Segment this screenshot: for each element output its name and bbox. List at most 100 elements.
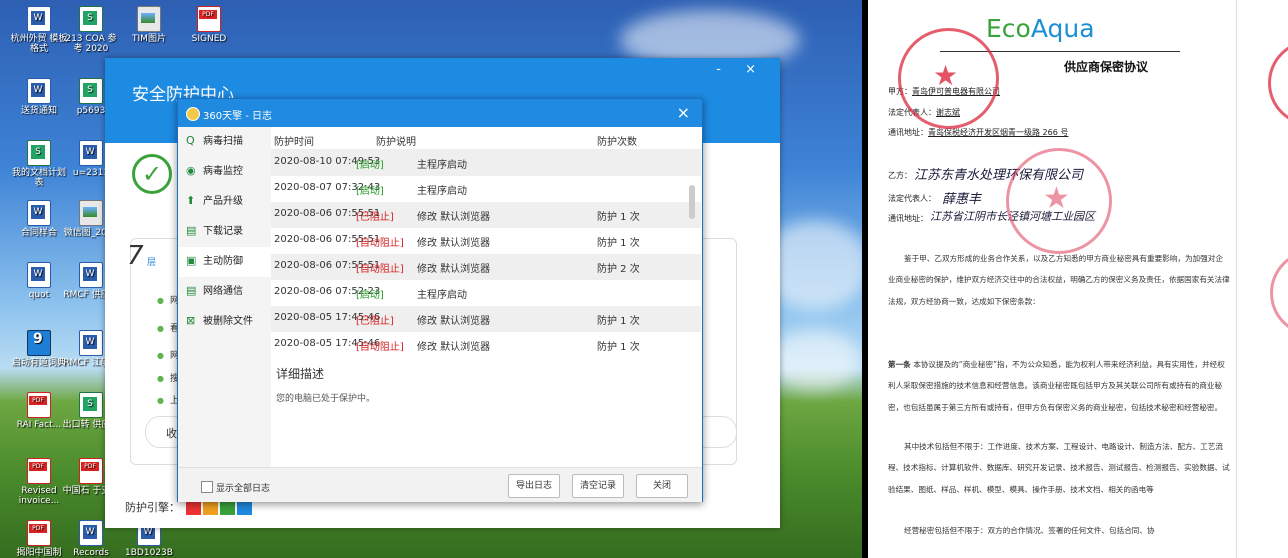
desktop-icon-label: 1BD1023B (125, 548, 173, 558)
doc-file-icon (27, 78, 51, 104)
address-b-label: 通讯地址： (888, 214, 928, 223)
bullet-item: 上 (157, 393, 179, 406)
company-seal-a: ★ (898, 28, 999, 129)
pdf-file-icon (79, 458, 103, 484)
scrollbar[interactable] (689, 185, 695, 219)
close-icon[interactable]: × (677, 103, 690, 122)
table-body: 2020-08-10 07:49:53 [启动] 主程序启动 2020-08-07 0… (271, 150, 701, 358)
sidebar-item-label: 下载记录 (203, 226, 243, 237)
desktop-icon[interactable]: 杭州外贸 模板格式 (10, 6, 68, 68)
engine-icon-orange[interactable] (202, 501, 218, 515)
show-all-checkbox[interactable] (201, 481, 213, 493)
table-row[interactable]: 2020-08-05 17:45:46 [已阻止] 修改 默认浏览器 防护 1 次 (271, 306, 701, 332)
row-status: [启动] (356, 186, 384, 197)
detail-panel: 详细描述 您的电脑已处于保护中。 (271, 361, 691, 466)
sidebar-item-label: 病毒监控 (203, 166, 243, 177)
company-seal-b: ★ (1006, 148, 1112, 254)
row-status: [启动] (356, 160, 384, 171)
row-desc: 主程序启动 (417, 160, 467, 171)
close-button[interactable]: 关闭 (636, 474, 688, 498)
doc-file-icon (79, 520, 103, 546)
table-row[interactable]: 2020-08-06 07:52:23 [启动] 主程序启动 (271, 280, 701, 306)
log-footer: 显示全部日志 导出日志 清空记录 关闭 (178, 467, 702, 502)
table-row[interactable]: 2020-08-07 07:32:43 [启动] 主程序启动 (271, 176, 701, 202)
address-a-line: 通讯地址：青岛保税经济开发区烟青一级路 266 号 (888, 128, 1069, 137)
sidebar-item-label: 被删除文件 (203, 316, 253, 327)
table-row[interactable]: 2020-08-06 07:55:51 [自动阻止] 修改 默认浏览器 防护 1 次 (271, 228, 701, 254)
engine-icon-red[interactable] (185, 501, 201, 515)
sidebar-item[interactable]: ⊠ 被删除文件 (178, 307, 271, 337)
desktop-icon-label: TIM图片 (132, 34, 166, 44)
partial-seal-mid (1270, 250, 1288, 336)
show-all-label: 显示全部日志 (216, 484, 271, 494)
sidebar-icon: ⊠ (186, 314, 196, 327)
bullet-item: 网 (157, 348, 179, 361)
table-row[interactable]: 2020-08-06 07:55:51 [自动阻止] 修改 默认浏览器 防护 2 次 (271, 254, 701, 280)
doc-file-icon (27, 6, 51, 32)
row-desc: 修改 默认浏览器 (417, 264, 491, 275)
xls-file-icon (79, 6, 103, 32)
party-b-label: 乙方： (888, 171, 912, 180)
log-titlebar: 360天擎 - 日志 × (178, 99, 702, 127)
desktop-icon[interactable]: 送货通知 (10, 78, 68, 140)
col-desc: 防护说明 (376, 137, 416, 148)
sidebar-item[interactable]: ▤ 网络通信 (178, 277, 271, 307)
collapse-label: 收 (166, 427, 177, 440)
row-status: [启动] (356, 290, 384, 301)
engine-icon-blue[interactable] (236, 501, 252, 515)
desktop-icon[interactable]: Revised invoice... (10, 458, 68, 520)
desktop-icon[interactable]: 启动有道词典 (10, 330, 68, 392)
desktop-icon[interactable]: quot (10, 262, 68, 324)
desktop-icon-label: 揭阳中国制 (16, 548, 62, 558)
xls-file-icon (79, 392, 103, 418)
row-count: 防护 1 次 (597, 316, 640, 327)
table-row[interactable]: 2020-08-05 17:45:46 [自动阻止] 修改 默认浏览器 防护 1 次 (271, 332, 701, 358)
protection-days-suffix: 层 (147, 258, 157, 268)
row-status: [已阻止] (356, 316, 394, 327)
desktop-icon-label: Records (73, 548, 109, 558)
img-file-icon (79, 200, 103, 226)
check-icon: ✓ (132, 154, 172, 194)
desktop-photo: 杭州外贸 模板格式213 COA 参考 2020TIM图片SIGNED送货通知p… (0, 0, 862, 558)
sidebar-item[interactable]: ◉ 病毒监控 (178, 157, 271, 187)
export-log-button[interactable]: 导出日志 (508, 474, 560, 498)
log-sidebar: Q 病毒扫描 ◉ 病毒监控 ⬆ 产品升级 ▤ 下载记录 ▣ 主动防御 ▤ 网络通信 ⊠ 被删除文件 (178, 127, 271, 467)
sidebar-item[interactable]: ▤ 下载记录 (178, 217, 271, 247)
sidebar-item[interactable]: ▣ 主动防御 (178, 247, 271, 277)
doc-file-icon (79, 140, 103, 166)
engine-icon-green[interactable] (219, 501, 235, 515)
desktop-icon[interactable]: 我的文档计划表 (10, 140, 68, 202)
table-row[interactable]: 2020-08-10 07:49:53 [启动] 主程序启动 (271, 150, 701, 176)
col-count: 防护次数 (597, 137, 637, 148)
desktop-icon[interactable]: RAI Fact... (10, 392, 68, 454)
img-file-icon (137, 6, 161, 32)
cloud (770, 330, 860, 390)
bullet-item: 搜 (157, 371, 179, 384)
desktop-icon-label: 213 COA 参考 2020 (65, 34, 117, 54)
window-controls[interactable]: - × (716, 62, 766, 77)
log-table: 防护时间 防护说明 防护次数 2020-08-10 07:49:53 [启动] 主程… (271, 127, 701, 358)
sidebar-item[interactable]: ⬆ 产品升级 (178, 187, 271, 217)
sidebar-icon: ◉ (186, 164, 196, 177)
log-title: 360天擎 - 日志 (203, 111, 273, 122)
article-one-paragraph: 第一条 本协议提及的“商业秘密”指，不为公众知悉，能为权利人带来经济利益，具有实… (888, 360, 1225, 412)
doc-file-icon (79, 262, 103, 288)
row-count: 防护 2 次 (597, 264, 640, 275)
sidebar-item[interactable]: Q 病毒扫描 (178, 127, 271, 157)
detail-title: 详细描述 (276, 367, 325, 381)
log-dialog[interactable]: 360天擎 - 日志 × Q 病毒扫描 ◉ 病毒监控 ⬆ 产品升级 ▤ 下载记录 ▣ 主动防御 ▤ 网… (177, 98, 703, 502)
360-logo-icon (186, 107, 200, 121)
clear-records-button[interactable]: 清空记录 (572, 474, 624, 498)
desktop-icon[interactable]: 揭阳中国制 (10, 520, 68, 558)
desktop-icon-label: 送货通知 (20, 106, 57, 116)
desktop-icon-label: 合同样合 (20, 228, 57, 238)
sidebar-icon: Q (186, 134, 195, 147)
table-header: 防护时间 防护说明 防护次数 (271, 127, 701, 150)
doc-file-icon (79, 330, 103, 356)
table-row[interactable]: 2020-08-06 07:55:51 [已阻止] 修改 默认浏览器 防护 1 次 (271, 202, 701, 228)
row-desc: 主程序启动 (417, 186, 467, 197)
desktop-icon[interactable]: 合同样合 (10, 200, 68, 262)
row-status: [已阻止] (356, 212, 394, 223)
desktop-icon-label: 我的文档计划表 (11, 168, 66, 188)
sidebar-item-label: 网络通信 (203, 286, 243, 297)
